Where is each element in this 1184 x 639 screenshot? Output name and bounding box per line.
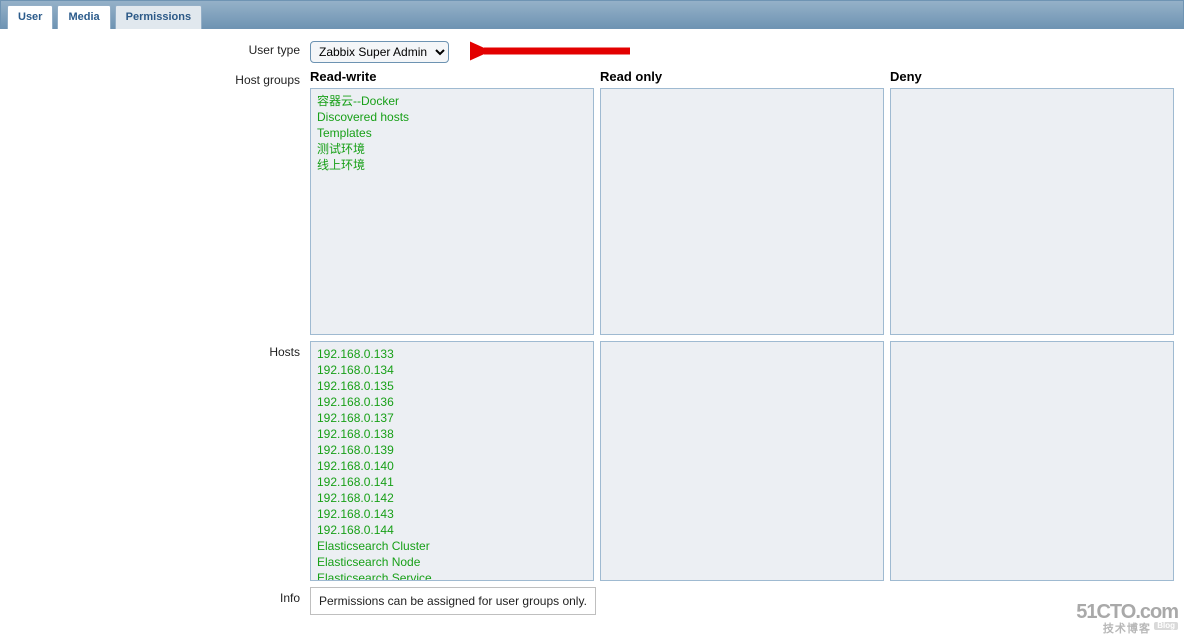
watermark-line1: 51CTO.com [1076, 602, 1178, 622]
row-hosts: Hosts 192.168.0.133192.168.0.134192.168.… [10, 341, 1174, 581]
host-item[interactable]: 192.168.0.136 [317, 394, 587, 410]
label-host-groups: Host groups [10, 69, 310, 87]
watermark-line2: 技术博客 [1103, 623, 1151, 635]
tab-label: Media [68, 11, 99, 23]
host-item[interactable]: 192.168.0.135 [317, 378, 587, 394]
hosts-readwrite-column: 192.168.0.133192.168.0.134192.168.0.1351… [310, 341, 594, 581]
hostgroups-readwrite-box[interactable]: 容器云--DockerDiscovered hostsTemplates测试环境… [310, 88, 594, 335]
hosts-deny-box[interactable] [890, 341, 1174, 581]
host-item[interactable]: Elasticsearch Service [317, 570, 587, 581]
watermark-badge: Blog [1154, 622, 1178, 630]
hostgroup-item[interactable]: Templates [317, 125, 587, 141]
tab-bar: User Media Permissions [0, 0, 1184, 29]
host-item[interactable]: 192.168.0.144 [317, 522, 587, 538]
host-item[interactable]: 192.168.0.137 [317, 410, 587, 426]
label-user-type: User type [10, 39, 310, 57]
hostgroup-item[interactable]: 测试环境 [317, 141, 587, 157]
label-hosts: Hosts [10, 341, 310, 359]
host-item[interactable]: 192.168.0.134 [317, 362, 587, 378]
hostgroup-item[interactable]: 线上环境 [317, 157, 587, 173]
tab-label: User [18, 11, 42, 23]
host-item[interactable]: 192.168.0.141 [317, 474, 587, 490]
info-message: Permissions can be assigned for user gro… [310, 587, 596, 615]
col-head-readonly: Read only [600, 69, 884, 84]
hostgroups-deny-box[interactable] [890, 88, 1174, 335]
hostgroups-readonly-column: Read only [600, 69, 884, 335]
hosts-readwrite-box[interactable]: 192.168.0.133192.168.0.134192.168.0.1351… [310, 341, 594, 581]
hostgroup-item[interactable]: 容器云--Docker [317, 93, 587, 109]
user-type-select[interactable]: Zabbix Super Admin [310, 41, 449, 63]
host-item[interactable]: 192.168.0.143 [317, 506, 587, 522]
hosts-readonly-column [600, 341, 884, 581]
host-item[interactable]: Elasticsearch Node [317, 554, 587, 570]
watermark: 51CTO.com 技术博客 Blog [1076, 602, 1178, 635]
tab-permissions[interactable]: Permissions [115, 5, 202, 29]
host-item[interactable]: 192.168.0.139 [317, 442, 587, 458]
row-host-groups: Host groups Read-write 容器云--DockerDiscov… [10, 69, 1174, 335]
host-item[interactable]: 192.168.0.140 [317, 458, 587, 474]
row-user-type: User type Zabbix Super Admin [10, 39, 1174, 63]
hosts-deny-column [890, 341, 1174, 581]
host-item[interactable]: 192.168.0.133 [317, 346, 587, 362]
hostgroup-item[interactable]: Discovered hosts [317, 109, 587, 125]
hosts-readonly-box[interactable] [600, 341, 884, 581]
permissions-form: User type Zabbix Super Admin Host groups [0, 29, 1184, 615]
row-info: Info Permissions can be assigned for use… [10, 587, 1174, 615]
hostgroups-deny-column: Deny [890, 69, 1174, 335]
annotation-arrow-icon [470, 31, 640, 74]
host-item[interactable]: 192.168.0.138 [317, 426, 587, 442]
tab-user[interactable]: User [7, 5, 53, 29]
hostgroups-readonly-box[interactable] [600, 88, 884, 335]
col-head-readwrite: Read-write [310, 69, 594, 84]
host-item[interactable]: 192.168.0.142 [317, 490, 587, 506]
hostgroups-readwrite-column: Read-write 容器云--DockerDiscovered hostsTe… [310, 69, 594, 335]
tab-media[interactable]: Media [57, 5, 110, 29]
tab-label: Permissions [126, 11, 191, 23]
col-head-deny: Deny [890, 69, 1174, 84]
label-info: Info [10, 587, 310, 605]
host-item[interactable]: Elasticsearch Cluster [317, 538, 587, 554]
